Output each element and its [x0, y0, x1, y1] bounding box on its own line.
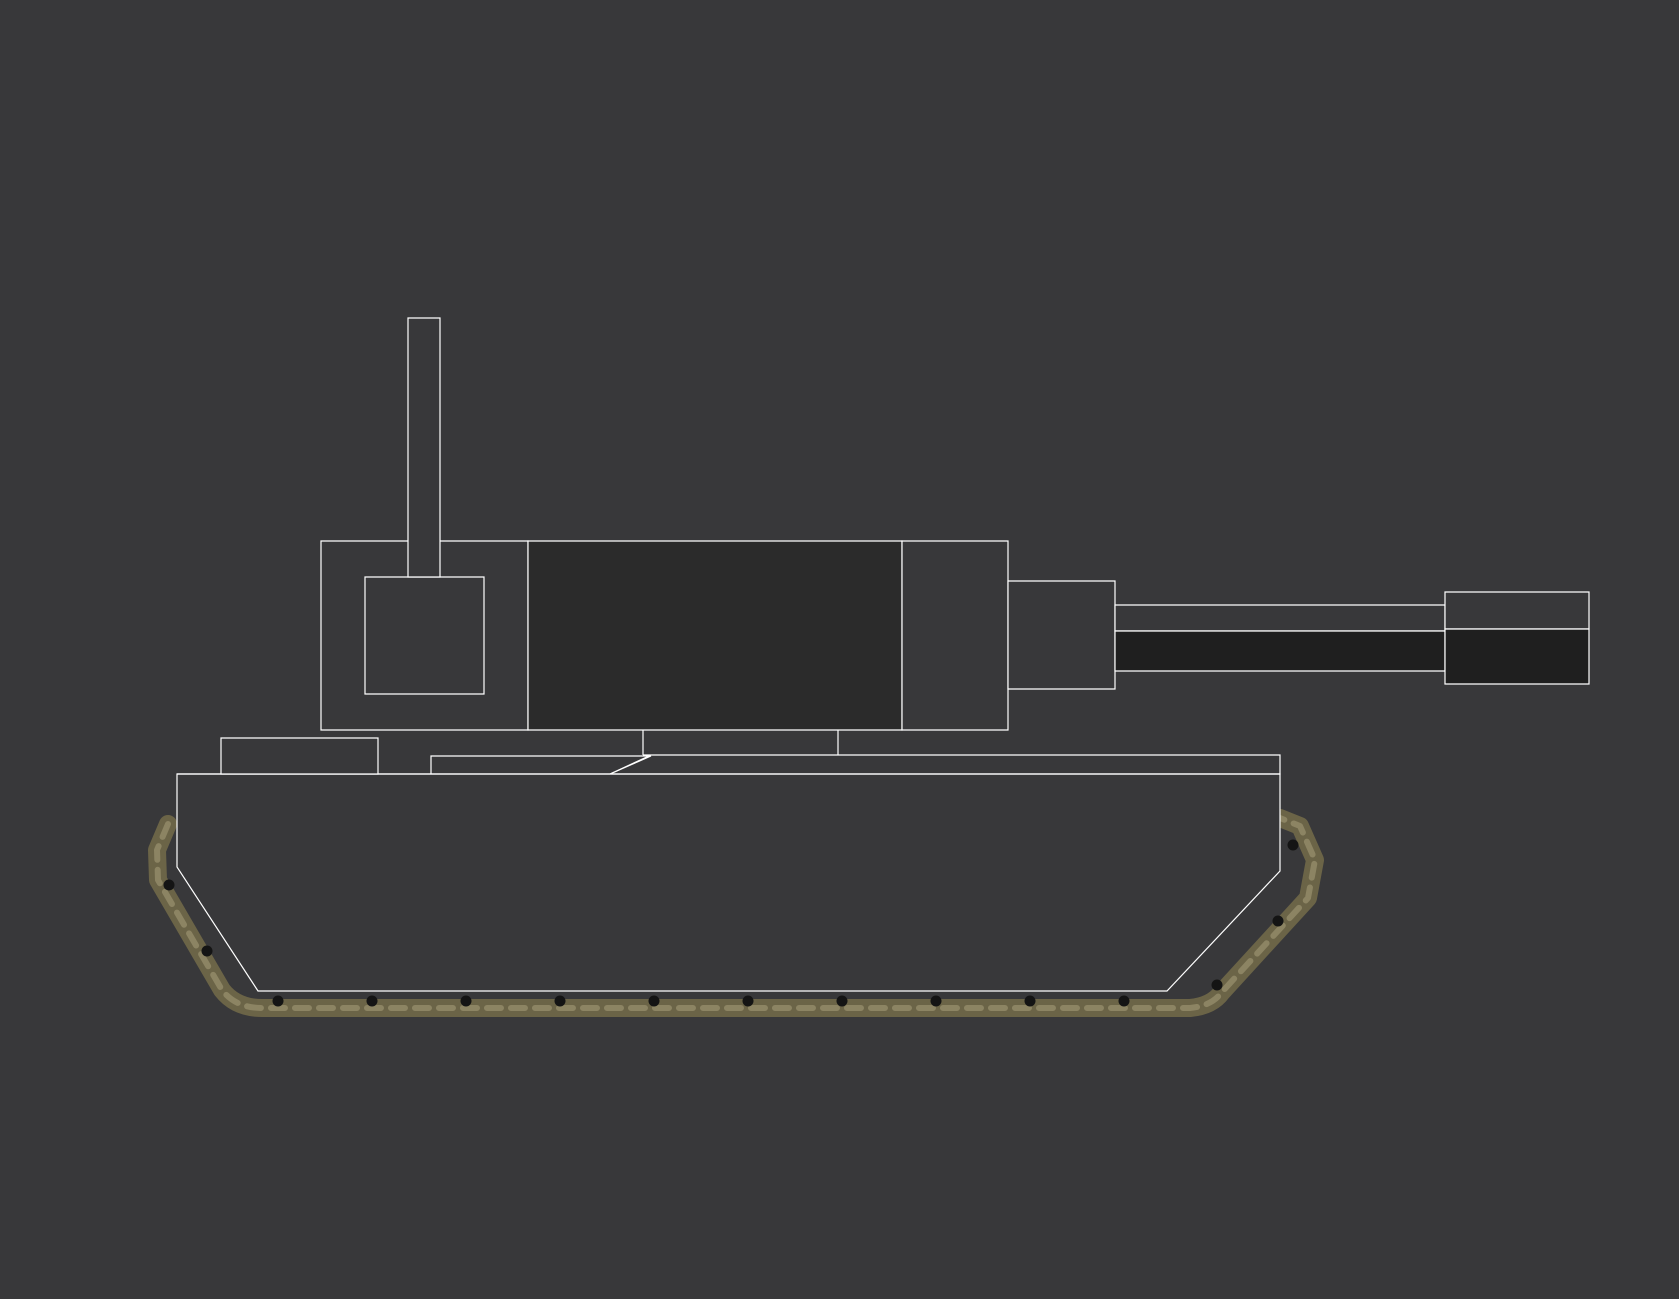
turret-hatch: [365, 577, 484, 694]
track-hole: [1272, 915, 1284, 927]
gun-barrel: [1115, 605, 1445, 631]
muzzle-brake: [1445, 592, 1589, 629]
track-hole: [1211, 979, 1223, 991]
antenna-mast: [408, 318, 440, 577]
turret-front-panel: [902, 541, 1008, 730]
track-hole: [163, 879, 175, 891]
hull-rear-box: [221, 738, 378, 774]
track-hole: [554, 995, 566, 1007]
track-hole: [1118, 995, 1130, 1007]
turret-center-panel: [528, 541, 902, 730]
track-hole: [1024, 995, 1036, 1007]
track-hole: [366, 995, 378, 1007]
track-hole: [648, 995, 660, 1007]
track-hole: [742, 995, 754, 1007]
track-hole: [1287, 839, 1299, 851]
gun-barrel-shadow: [1115, 631, 1445, 671]
track-hole: [272, 995, 284, 1007]
track-hole: [930, 995, 942, 1007]
track-hole: [460, 995, 472, 1007]
gun-mantlet: [1008, 581, 1115, 689]
track-hole: [201, 945, 213, 957]
muzzle-brake-lower: [1445, 629, 1589, 684]
hull-body: [177, 774, 1280, 991]
tank-canvas: [0, 0, 1679, 1299]
track-hole: [836, 995, 848, 1007]
